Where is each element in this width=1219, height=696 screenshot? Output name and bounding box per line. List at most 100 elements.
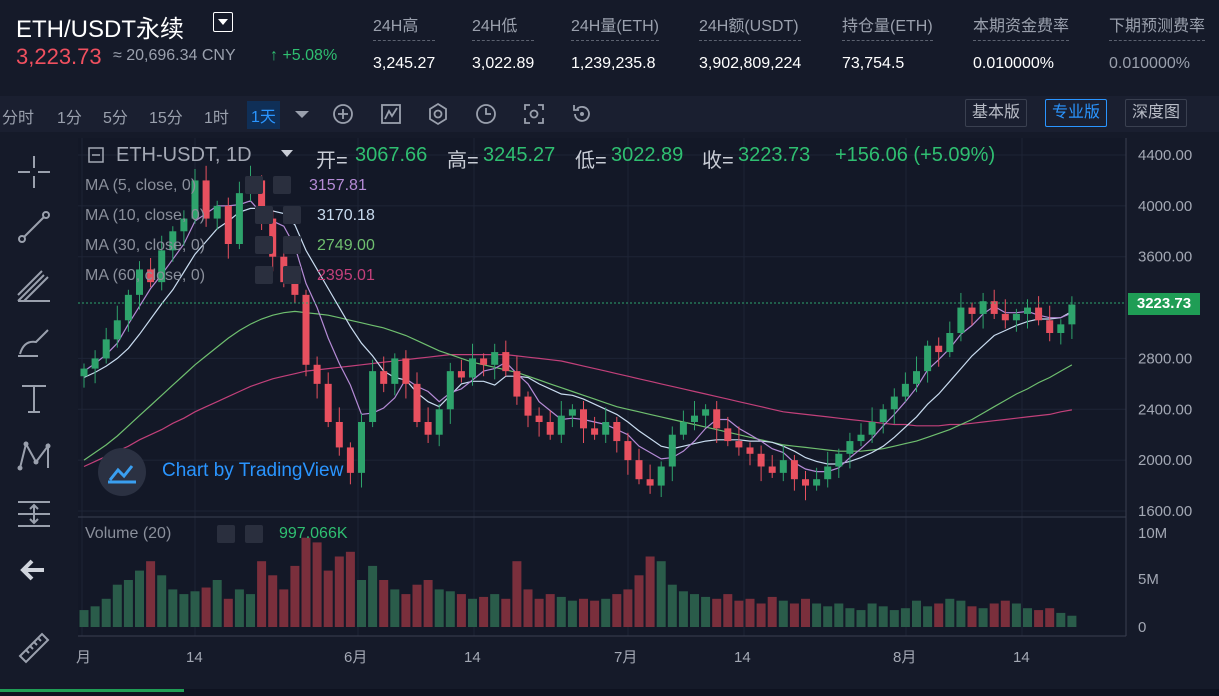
volume-bar <box>934 603 944 627</box>
candle-body <box>635 460 643 480</box>
volume-bar <box>601 598 611 627</box>
candle-body <box>80 368 88 377</box>
candle-body <box>446 371 454 410</box>
candle-body <box>380 371 388 384</box>
candle-body <box>768 466 776 473</box>
candle-body <box>557 415 565 435</box>
candle-body <box>391 358 399 384</box>
legend-dropdown-icon[interactable] <box>281 150 293 158</box>
volume-bar <box>900 608 910 627</box>
candle-body <box>946 333 954 353</box>
candle-body <box>968 307 976 314</box>
volume-value: 997.066K <box>279 525 348 542</box>
ohlc-low: 3022.89 <box>611 144 684 166</box>
candle-body <box>413 383 421 422</box>
candle-body <box>779 460 787 473</box>
volume-bar <box>889 610 899 627</box>
volume-bar <box>789 603 799 627</box>
time-tick-label: 8月 <box>893 649 916 666</box>
volume-bar <box>723 594 733 627</box>
volume-bar <box>223 598 233 627</box>
ma-settings-icon[interactable] <box>255 236 273 254</box>
candle-body <box>213 205 221 219</box>
candle-body <box>568 409 576 416</box>
ma-close-icon[interactable] <box>283 266 301 284</box>
volume-bar <box>390 589 400 627</box>
candle-body <box>457 371 465 378</box>
candle-body <box>469 358 476 378</box>
last-price-tag: 3223.73 <box>1128 293 1200 315</box>
ohlc-low-label: 低= <box>575 150 607 172</box>
ma-close-icon[interactable] <box>283 236 301 254</box>
ma10-legend[interactable]: MA (10, close, 0) 3170.18 <box>85 206 375 225</box>
volume-bar <box>778 600 788 627</box>
volume-bar <box>845 608 855 627</box>
ma-value: 2395.01 <box>317 267 375 284</box>
legend-symbol[interactable]: ETH-USDT, 1D <box>116 144 252 167</box>
candle-body <box>702 409 710 416</box>
candle-body <box>901 383 909 397</box>
price-tick-label: 3600.00 <box>1138 249 1192 266</box>
volume-close-icon[interactable] <box>245 525 263 543</box>
volume-bar <box>967 606 977 627</box>
candle-body <box>1001 313 1009 321</box>
volume-bar <box>1045 608 1055 627</box>
volume-bar <box>501 598 511 627</box>
ma60-legend[interactable]: MA (60, close, 0) 2395.01 <box>85 266 375 285</box>
candle-body <box>691 415 698 422</box>
tradingview-text: Chart by TradingView <box>162 460 344 481</box>
candle-body <box>790 460 798 480</box>
ma-settings-icon[interactable] <box>255 266 273 284</box>
volume-bar <box>79 610 89 627</box>
candle-body <box>746 447 754 454</box>
volume-bar <box>212 580 222 627</box>
candle-body <box>402 358 410 384</box>
volume-bar <box>234 589 244 627</box>
ma5-legend[interactable]: MA (5, close, 0) 3157.81 <box>85 176 367 195</box>
candle-body <box>513 371 521 397</box>
ma-close-icon[interactable] <box>283 206 301 224</box>
volume-bar <box>479 596 489 627</box>
volume-bar <box>368 565 378 627</box>
candle-body <box>102 339 110 359</box>
volume-bar <box>135 570 144 627</box>
candle-body <box>657 466 665 486</box>
price-tick-label: 4000.00 <box>1138 198 1192 215</box>
candlestick-chart[interactable]: 4400.00 4000.00 3600.00 2800.00 2400.00 2000.… <box>0 0 1219 696</box>
candle-body <box>124 294 132 321</box>
candle-body <box>624 441 632 461</box>
volume-bar <box>157 575 167 627</box>
price-tick-label: 4400.00 <box>1138 147 1192 164</box>
volume-bar <box>257 561 267 627</box>
volume-bar <box>123 580 133 627</box>
volume-bar <box>1067 615 1077 627</box>
volume-legend[interactable]: Volume (20) 997.066K <box>85 525 348 543</box>
volume-bar <box>756 603 766 627</box>
collapse-icon[interactable] <box>88 147 104 163</box>
ma30-legend[interactable]: MA (30, close, 0) 2749.00 <box>85 236 375 255</box>
volume-bar <box>112 584 122 627</box>
candle-body <box>324 383 332 422</box>
ma-settings-icon[interactable] <box>245 176 263 194</box>
volume-bar <box>978 608 988 627</box>
volume-bar <box>678 591 688 627</box>
time-tick-label: 6月 <box>344 649 367 666</box>
candle-body <box>546 422 554 435</box>
volume-bar <box>379 580 389 627</box>
time-tick-label: 14 <box>1013 649 1030 666</box>
volume-bar <box>334 556 344 627</box>
ohlc-open: 3067.66 <box>355 144 428 166</box>
ma-close-icon[interactable] <box>273 176 291 194</box>
volume-bar <box>734 600 744 627</box>
volume-settings-icon[interactable] <box>217 525 235 543</box>
candle-body <box>1057 324 1065 333</box>
candle-body <box>346 447 354 473</box>
volume-bar <box>1023 608 1032 627</box>
volume-bar <box>168 589 178 627</box>
ma-settings-icon[interactable] <box>255 206 273 224</box>
ma-label: MA (5, close, 0) <box>85 177 197 194</box>
volume-bar <box>179 594 189 627</box>
volume-bar <box>312 542 322 627</box>
volume-bar <box>279 589 289 627</box>
volume-bar <box>878 606 888 627</box>
